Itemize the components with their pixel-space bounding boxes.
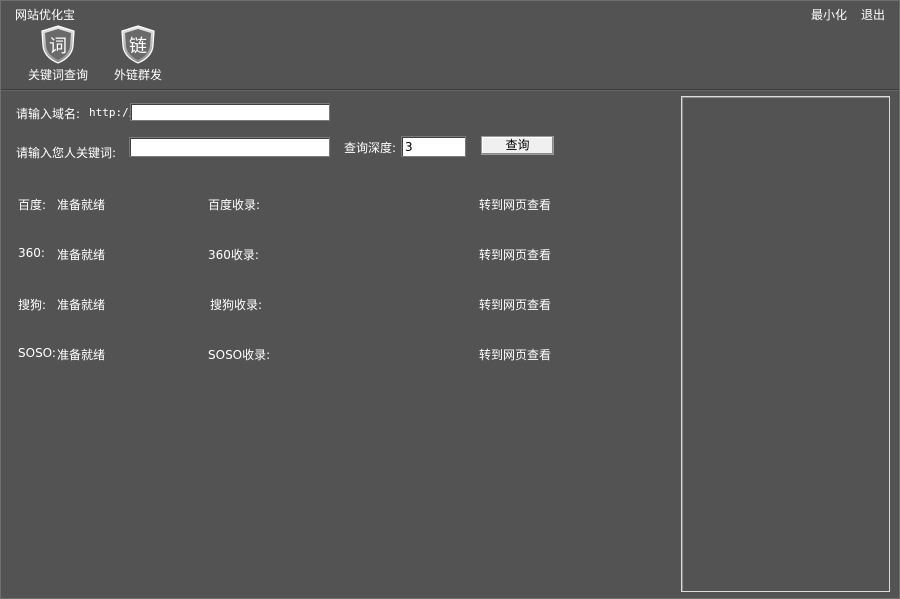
sogou-engine-label: 搜狗:: [18, 298, 47, 312]
sogou-view-link[interactable]: 转到网页查看: [479, 296, 551, 313]
header-divider-highlight: [1, 90, 899, 91]
backlink-icon-char: 链: [129, 36, 147, 57]
keyword-icon-char: 词: [49, 36, 67, 57]
backlink-shield-icon: 链: [101, 23, 175, 65]
query-button[interactable]: 查询: [481, 136, 554, 155]
keyword-query-button[interactable]: 词 关键词查询: [21, 23, 95, 83]
domain-prefix: http://: [89, 106, 136, 119]
sogou-status: 准备就绪: [57, 298, 106, 312]
baidu-view-link[interactable]: 转到网页查看: [479, 196, 551, 213]
baidu-index-label: 百度收录:: [208, 198, 261, 212]
360-index-label: 360收录:: [208, 248, 259, 262]
soso-status: 准备就绪: [57, 348, 106, 362]
app-title: 网站优化宝: [15, 8, 76, 22]
360-status: 准备就绪: [57, 248, 106, 262]
depth-input[interactable]: [401, 136, 466, 157]
soso-engine-label: SOSO:: [18, 346, 56, 360]
soso-index-label: SOSO收录:: [208, 348, 271, 362]
domain-label: 请输入域名:: [16, 107, 81, 121]
keyword-shield-icon: 词: [21, 23, 95, 65]
360-engine-label: 360:: [18, 246, 45, 260]
keyword-label: 请输入您人关键词:: [16, 146, 117, 160]
domain-input[interactable]: [130, 103, 330, 121]
window-controls: 最小化 退出: [811, 6, 885, 23]
360-view-link[interactable]: 转到网页查看: [479, 246, 551, 263]
backlink-broadcast-button[interactable]: 链 外链群发: [101, 23, 175, 83]
depth-label: 查询深度:: [344, 141, 397, 155]
baidu-engine-label: 百度:: [18, 198, 47, 212]
baidu-status: 准备就绪: [57, 198, 106, 212]
soso-view-link[interactable]: 转到网页查看: [479, 346, 551, 363]
backlink-broadcast-label: 外链群发: [113, 68, 162, 82]
sogou-index-label: 搜狗收录:: [210, 298, 263, 312]
minimize-button[interactable]: 最小化: [811, 6, 847, 23]
exit-button[interactable]: 退出: [861, 6, 885, 23]
results-side-panel[interactable]: [681, 96, 890, 592]
keyword-query-label: 关键词查询: [27, 68, 88, 82]
app-window: 网站优化宝 最小化 退出 词 关键词查询 链 外链群发 请输入域名: http:…: [0, 0, 900, 599]
keyword-input[interactable]: [129, 137, 330, 157]
